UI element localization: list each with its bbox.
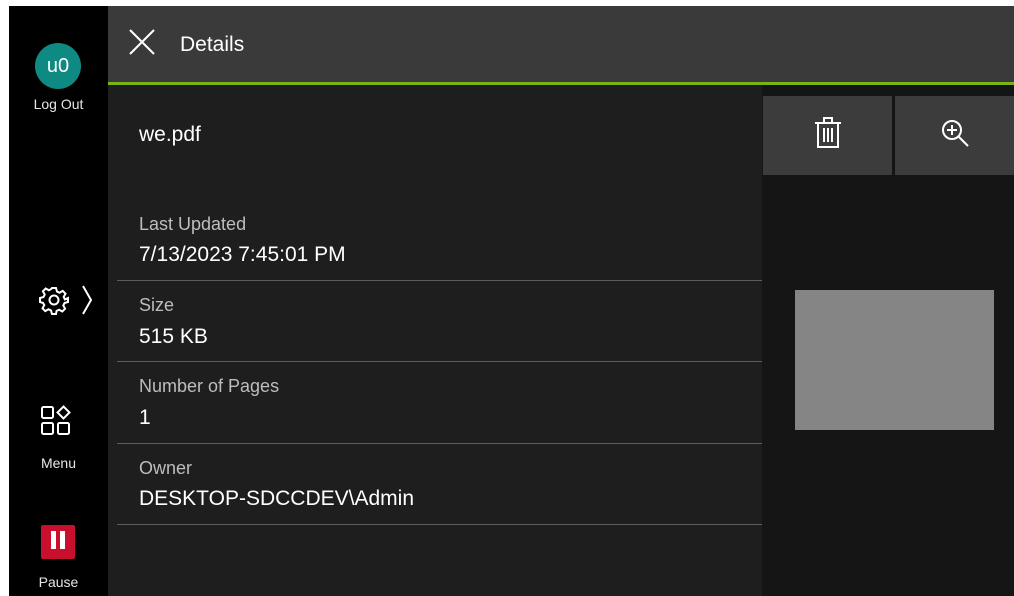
device-settings-button[interactable] xyxy=(39,284,99,320)
preview-panel xyxy=(762,85,1014,596)
file-name: we.pdf xyxy=(139,123,201,146)
zoom-in-icon xyxy=(940,118,970,153)
detail-field-owner: Owner DESKTOP-SDCCDEV\Admin xyxy=(117,444,762,525)
gear-icon xyxy=(39,285,69,320)
trash-icon xyxy=(813,116,843,155)
close-button[interactable] xyxy=(128,28,156,56)
detail-field-last-updated: Last Updated 7/13/2023 7:45:01 PM xyxy=(117,200,762,281)
pause-label: Pause xyxy=(38,574,79,590)
field-value: 7/13/2023 7:45:01 PM xyxy=(139,243,346,266)
pause-button[interactable] xyxy=(41,525,75,559)
document-thumbnail[interactable] xyxy=(795,290,994,430)
field-label: Last Updated xyxy=(139,214,247,234)
delete-button[interactable] xyxy=(763,96,892,175)
field-label: Size xyxy=(139,295,175,315)
logout-button[interactable]: Log Out xyxy=(9,96,108,112)
avatar-text: u0 xyxy=(46,54,70,77)
user-avatar[interactable]: u0 xyxy=(35,43,81,89)
detail-field-size: Size 515 KB xyxy=(117,281,762,362)
header-bar: Details xyxy=(108,6,1014,85)
menu-button[interactable] xyxy=(39,404,79,444)
field-value: 1 xyxy=(139,406,151,429)
zoom-button[interactable] xyxy=(895,96,1014,175)
field-label: Number of Pages xyxy=(139,376,280,396)
field-value: DESKTOP-SDCCDEV\Admin xyxy=(139,487,415,510)
chevron-right-icon xyxy=(81,284,93,321)
details-screen: u0 Log Out Menu Pause Details we.pdf Las… xyxy=(9,6,1014,596)
sidebar: u0 Log Out Menu Pause xyxy=(9,6,108,596)
close-icon xyxy=(128,29,156,60)
field-value: 515 KB xyxy=(139,325,208,348)
page-title: Details xyxy=(180,33,245,56)
field-label: Owner xyxy=(139,458,193,478)
menu-label: Menu xyxy=(40,455,77,471)
detail-field-number-of-pages: Number of Pages 1 xyxy=(117,362,762,444)
apps-grid-icon xyxy=(39,405,73,442)
pause-icon xyxy=(50,530,66,554)
